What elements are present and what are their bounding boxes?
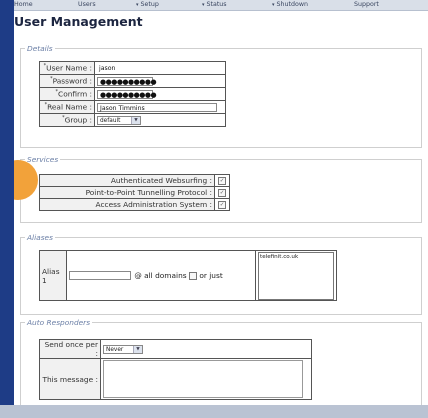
auto-responders-legend: Auto Responders [25, 318, 93, 327]
user-name-field[interactable]: jason [97, 63, 157, 73]
user-name-label-text: User Name : [46, 63, 92, 73]
access-admin-system-checkbox[interactable]: ✓ [218, 201, 226, 209]
auto-responders-table: Send once per : Never ▼ This message : [39, 339, 312, 400]
services-section: Services Authenticated Websurfing : ✓ Po… [20, 155, 422, 223]
send-once-cell: Never ▼ [100, 339, 312, 359]
or-just-checkbox[interactable] [188, 271, 197, 280]
group-select-value: default [100, 117, 121, 124]
message-label: This message : [39, 358, 101, 400]
nav-setup[interactable]: ▾ Setup [136, 1, 159, 8]
send-once-label: Send once per : [39, 339, 101, 359]
confirm-label: *Confirm : [39, 87, 95, 101]
chevron-down-icon: ▾ [202, 2, 205, 8]
left-frame-bar [0, 0, 14, 418]
nav-support[interactable]: Support [354, 1, 379, 8]
domain-list-cell: telefinit.co.uk [255, 250, 337, 301]
real-name-label: *Real Name : [39, 100, 95, 114]
domain-list-item[interactable]: telefinit.co.uk [260, 254, 298, 260]
aliases-legend: Aliases [25, 233, 55, 242]
service-label: Authenticated Websurfing : [39, 174, 215, 187]
bottom-bar [0, 405, 428, 418]
real-name-label-text: Real Name : [47, 102, 92, 112]
password-cell: ●●●●●●●●●● [94, 74, 226, 88]
chevron-down-icon: ▾ [272, 2, 275, 8]
nav-shutdown-label: Shutdown [276, 1, 308, 8]
aliases-section: Aliases Alias 1 @ all domains or just te… [20, 233, 422, 315]
nav-users-label: Users [78, 1, 96, 8]
nav-home[interactable]: Home [14, 1, 33, 8]
chevron-down-icon: ▼ [133, 345, 142, 353]
confirm-cell: ●●●●●●●●●● [94, 87, 226, 101]
real-name-field[interactable]: Jason Timmins [97, 102, 217, 112]
group-cell: default ▼ [94, 113, 226, 127]
service-label: Access Administration System : [39, 198, 215, 211]
confirm-password-field[interactable]: ●●●●●●●●●● [97, 89, 157, 99]
service-label: Point-to-Point Tunnelling Protocol : [39, 186, 215, 199]
message-textarea[interactable] [103, 360, 303, 398]
password-field[interactable]: ●●●●●●●●●● [97, 76, 157, 86]
user-name-label: *User Name : [39, 61, 95, 75]
chevron-down-icon: ▼ [131, 116, 140, 124]
send-once-value: Never [106, 346, 124, 353]
page-title: User Management [14, 14, 143, 29]
group-select[interactable]: default ▼ [97, 115, 141, 125]
group-label-text: Group : [64, 115, 92, 125]
confirm-label-text: Confirm : [58, 89, 92, 99]
details-table: *User Name : jason *Password : ●●●●●●●●●… [39, 61, 226, 127]
real-name-cell: Jason Timmins [94, 100, 226, 114]
or-just-text: or just [199, 270, 223, 280]
nav-home-label: Home [14, 1, 33, 8]
service-cell: ✓ [214, 198, 230, 211]
domain-listbox[interactable]: telefinit.co.uk [258, 252, 334, 300]
details-section: Details *User Name : jason *Password : ●… [20, 44, 422, 148]
service-cell: ✓ [214, 186, 230, 199]
aliases-table: Alias 1 @ all domains or just telefinit.… [39, 250, 337, 301]
details-legend: Details [25, 44, 55, 53]
auto-responders-section: Auto Responders Send once per : Never ▼ T… [20, 318, 422, 406]
pptp-checkbox[interactable]: ✓ [218, 189, 226, 197]
service-cell: ✓ [214, 174, 230, 187]
group-label: *Group : [39, 113, 95, 127]
nav-setup-label: Setup [140, 1, 159, 8]
all-domains-text: @ all domains [134, 270, 187, 280]
message-cell [100, 358, 312, 400]
alias-input[interactable] [69, 271, 131, 281]
chevron-down-icon: ▾ [136, 2, 139, 8]
alias-cell: @ all domains or just [66, 250, 256, 301]
nav-status-label: Status [206, 1, 227, 8]
password-label-text: Password : [52, 76, 92, 86]
services-table: Authenticated Websurfing : ✓ Point-to-Po… [39, 174, 230, 211]
user-name-cell: jason [94, 61, 226, 75]
nav-support-label: Support [354, 1, 379, 8]
top-navigation: Home Users ▾ Setup ▾ Status ▾ Shutdown Supp… [14, 0, 428, 11]
nav-users[interactable]: Users [78, 1, 96, 8]
password-label: *Password : [39, 74, 95, 88]
nav-status[interactable]: ▾ Status [202, 1, 227, 8]
nav-shutdown[interactable]: ▾ Shutdown [272, 1, 308, 8]
services-legend: Services [25, 155, 61, 164]
authenticated-websurfing-checkbox[interactable]: ✓ [218, 177, 226, 185]
alias-label: Alias 1 [39, 250, 67, 301]
browser-window: Home Users ▾ Setup ▾ Status ▾ Shutdown Supp… [14, 0, 428, 406]
send-once-select[interactable]: Never ▼ [103, 344, 143, 354]
